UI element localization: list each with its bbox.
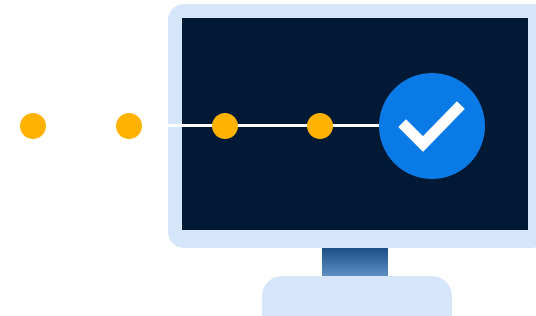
monitor-stand-neck	[322, 248, 388, 276]
success-check-badge	[379, 73, 485, 179]
progress-dot-1	[20, 113, 46, 139]
progress-connector-line	[168, 124, 380, 127]
check-icon	[398, 101, 465, 152]
progress-dot-2	[116, 113, 142, 139]
progress-illustration	[0, 0, 536, 316]
monitor-stand-base	[262, 276, 452, 316]
progress-dot-4	[307, 113, 333, 139]
progress-dot-3	[212, 113, 238, 139]
